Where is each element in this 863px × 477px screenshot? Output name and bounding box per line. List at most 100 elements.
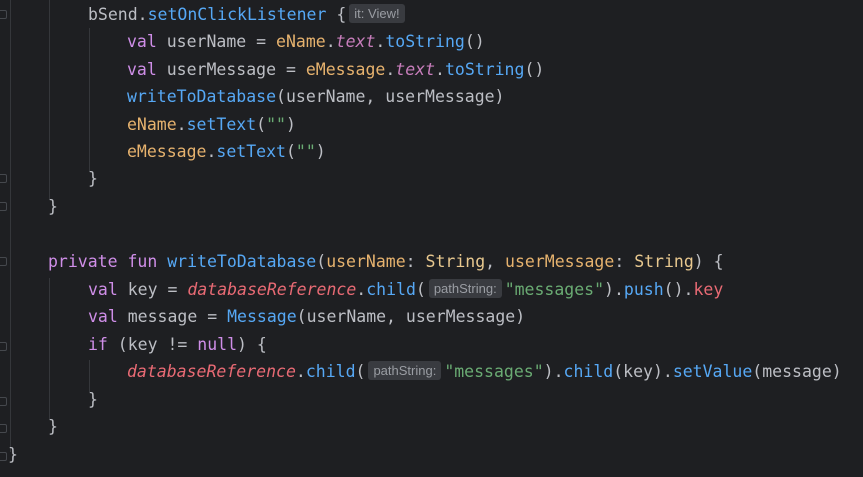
code-token: } (8, 445, 18, 464)
code-token: , (485, 252, 506, 271)
code-token: { (326, 5, 347, 24)
code-token: val (88, 280, 118, 299)
code-token: text (335, 32, 376, 51)
fold-marker-icon[interactable] (0, 10, 7, 19)
code-token: (message) (752, 362, 842, 381)
code-line[interactable]: private fun writeToDatabase(userName: St… (48, 248, 724, 276)
code-token: () (464, 32, 485, 51)
code-token: . (356, 280, 367, 299)
code-token: : (614, 252, 635, 271)
indent-guide (10, 0, 11, 452)
code-token: key (693, 280, 724, 299)
code-token: setOnClickListener (147, 5, 327, 24)
code-token: String (634, 252, 694, 271)
code-token: = (157, 280, 188, 299)
code-token: . (295, 362, 306, 381)
code-token: Message (227, 307, 297, 326)
code-token: ) (315, 142, 326, 161)
code-token: ( (415, 280, 426, 299)
code-token: . (553, 362, 564, 381)
indent-guide (49, 278, 50, 420)
code-token: message (127, 307, 198, 326)
code-token: child (366, 280, 416, 299)
code-token: fun (127, 252, 158, 271)
code-line[interactable]: val key = databaseReference.child(pathSt… (88, 276, 723, 304)
code-token: "" (295, 142, 316, 161)
code-token: writeToDatabase (127, 87, 277, 106)
fold-marker-icon[interactable] (0, 452, 7, 461)
code-token: databaseReference (187, 280, 357, 299)
code-token: . (375, 32, 386, 51)
code-token: val (88, 307, 118, 326)
code-token: val (127, 60, 157, 79)
code-token: child (305, 362, 356, 381)
inlay-hint[interactable]: it: View! (349, 4, 405, 23)
code-line[interactable]: val userMessage = eMessage.text.toString… (127, 56, 544, 84)
code-token: = (197, 307, 228, 326)
code-token: userName (326, 252, 406, 271)
fold-marker-icon[interactable] (0, 397, 7, 406)
code-line[interactable]: val userName = eName.text.toString() (127, 28, 485, 56)
code-token: ( (355, 362, 366, 381)
code-token: (userName, userMessage) (296, 307, 526, 326)
code-token: . (385, 60, 396, 79)
code-line[interactable]: eName.setText("") (127, 111, 296, 139)
code-token: text (395, 60, 436, 79)
code-token: ) { (237, 335, 267, 354)
code-line[interactable]: writeToDatabase(userName, userMessage) (127, 83, 505, 111)
code-token: setText (216, 142, 286, 161)
code-token: . (137, 5, 148, 24)
code-token: . (176, 115, 187, 134)
inlay-hint[interactable]: pathString: (368, 361, 442, 380)
code-token: ( (285, 142, 296, 161)
code-line[interactable]: if (key != null) { (88, 331, 267, 359)
code-editor[interactable]: bSend.setOnClickListener {it: View! val … (0, 0, 863, 477)
code-token: ( (316, 252, 327, 271)
code-token: setValue (672, 362, 753, 381)
code-token: (key != (107, 335, 198, 354)
code-token: ) { (693, 252, 724, 271)
code-token: databaseReference (127, 362, 296, 381)
fold-marker-icon[interactable] (0, 424, 7, 433)
code-token: ) (543, 362, 554, 381)
code-token: eMessage (305, 60, 386, 79)
fold-marker-icon[interactable] (0, 174, 7, 183)
code-token: } (88, 390, 98, 409)
code-token: ) (604, 280, 614, 299)
code-token: String (425, 252, 486, 271)
code-token: = (276, 60, 306, 79)
code-line[interactable]: } (88, 386, 98, 414)
code-line[interactable]: bSend.setOnClickListener {it: View! (88, 1, 408, 29)
code-token: child (563, 362, 614, 381)
inlay-hint[interactable]: pathString: (428, 279, 502, 298)
fold-marker-icon[interactable] (0, 342, 7, 351)
code-token: "messages" (504, 280, 605, 299)
code-token: (key). (613, 362, 673, 381)
code-line[interactable]: } (48, 413, 58, 441)
code-line[interactable]: } (48, 193, 58, 221)
code-token: } (48, 197, 58, 216)
code-token: "" (266, 115, 286, 134)
code-line[interactable]: eMessage.setText("") (127, 138, 326, 166)
code-line[interactable]: databaseReference.child(pathString: "mess… (127, 358, 842, 386)
code-token: userMessage (505, 252, 615, 271)
code-token: } (48, 417, 58, 436)
fold-marker-icon[interactable] (0, 202, 7, 211)
code-token: : (405, 252, 426, 271)
code-token: . (435, 60, 445, 79)
code-token: setText (186, 115, 257, 134)
code-line[interactable]: } (88, 165, 98, 193)
code-token: eMessage (127, 142, 207, 161)
code-token: = (246, 32, 277, 51)
code-token: ( (256, 115, 267, 134)
code-token: (userName, userMessage) (276, 87, 505, 106)
code-token: . (206, 142, 217, 161)
code-token: ) (285, 115, 296, 134)
code-line[interactable]: val message = Message(userName, userMess… (88, 303, 525, 331)
code-token: if (88, 335, 108, 354)
code-token: val (127, 32, 157, 51)
code-token: () (663, 280, 684, 299)
code-line[interactable]: } (8, 441, 18, 469)
fold-marker-icon[interactable] (0, 257, 7, 266)
code-token: toString (444, 60, 525, 79)
